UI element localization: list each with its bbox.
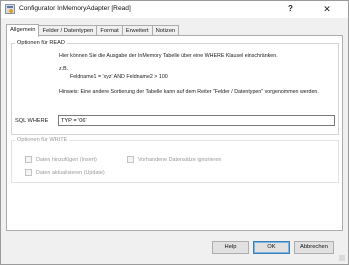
resize-grip-icon[interactable] xyxy=(339,255,345,261)
update-checkbox-box[interactable] xyxy=(25,169,32,176)
tab-panel-allgemein: Optionen für READ Hier können Sie die Au… xyxy=(6,35,343,231)
insert-checkbox-label: Daten hinzufügen (Insert) xyxy=(36,156,97,163)
example-label: z.B. xyxy=(59,66,69,72)
insert-checkbox[interactable]: Daten hinzufügen (Insert) xyxy=(25,156,97,163)
close-icon[interactable]: ✕ xyxy=(320,3,334,15)
ignore-existing-checkbox[interactable]: Vorhandene Datensätze ignorieren xyxy=(127,156,221,163)
insert-checkbox-box[interactable] xyxy=(25,156,32,163)
ignore-existing-checkbox-label: Vorhandene Datensätze ignorieren xyxy=(138,156,222,163)
example-expression: Feldname1 = 'xyz' AND Feldname2 > 100 xyxy=(70,74,168,80)
app-icon xyxy=(5,4,15,14)
title-bar: Configurator InMemoryAdapter [Read] ? ✕ xyxy=(1,1,348,18)
update-checkbox-label: Daten aktualisieren (Update) xyxy=(36,169,105,176)
ok-button[interactable]: OK xyxy=(253,241,290,254)
read-options-legend: Optionen für READ xyxy=(15,40,67,46)
write-options-legend: Optionen für WRITE xyxy=(15,137,70,143)
cancel-button[interactable]: Abbrechen xyxy=(294,241,334,254)
ignore-existing-checkbox-box[interactable] xyxy=(127,156,134,163)
configurator-dialog: Configurator InMemoryAdapter [Read] ? ✕ … xyxy=(0,0,349,265)
sort-hint: Hinweis: Eine andere Sortierung der Tabe… xyxy=(59,89,319,95)
help-button[interactable]: Help xyxy=(212,241,249,254)
help-icon[interactable]: ? xyxy=(288,4,293,13)
window-title: Configurator InMemoryAdapter [Read] xyxy=(19,5,131,12)
read-options-group: Optionen für READ Hier können Sie die Au… xyxy=(11,40,339,135)
update-checkbox[interactable]: Daten aktualisieren (Update) xyxy=(25,169,105,176)
write-options-group: Optionen für WRITE Daten hinzufügen (Ins… xyxy=(11,137,339,183)
tab-allgemein[interactable]: Allgemein xyxy=(6,24,40,37)
read-description: Hier können Sie die Ausgabe der InMemory… xyxy=(59,53,278,59)
sql-where-input[interactable] xyxy=(58,115,335,126)
sql-where-label: SQL WHERE xyxy=(15,118,49,124)
